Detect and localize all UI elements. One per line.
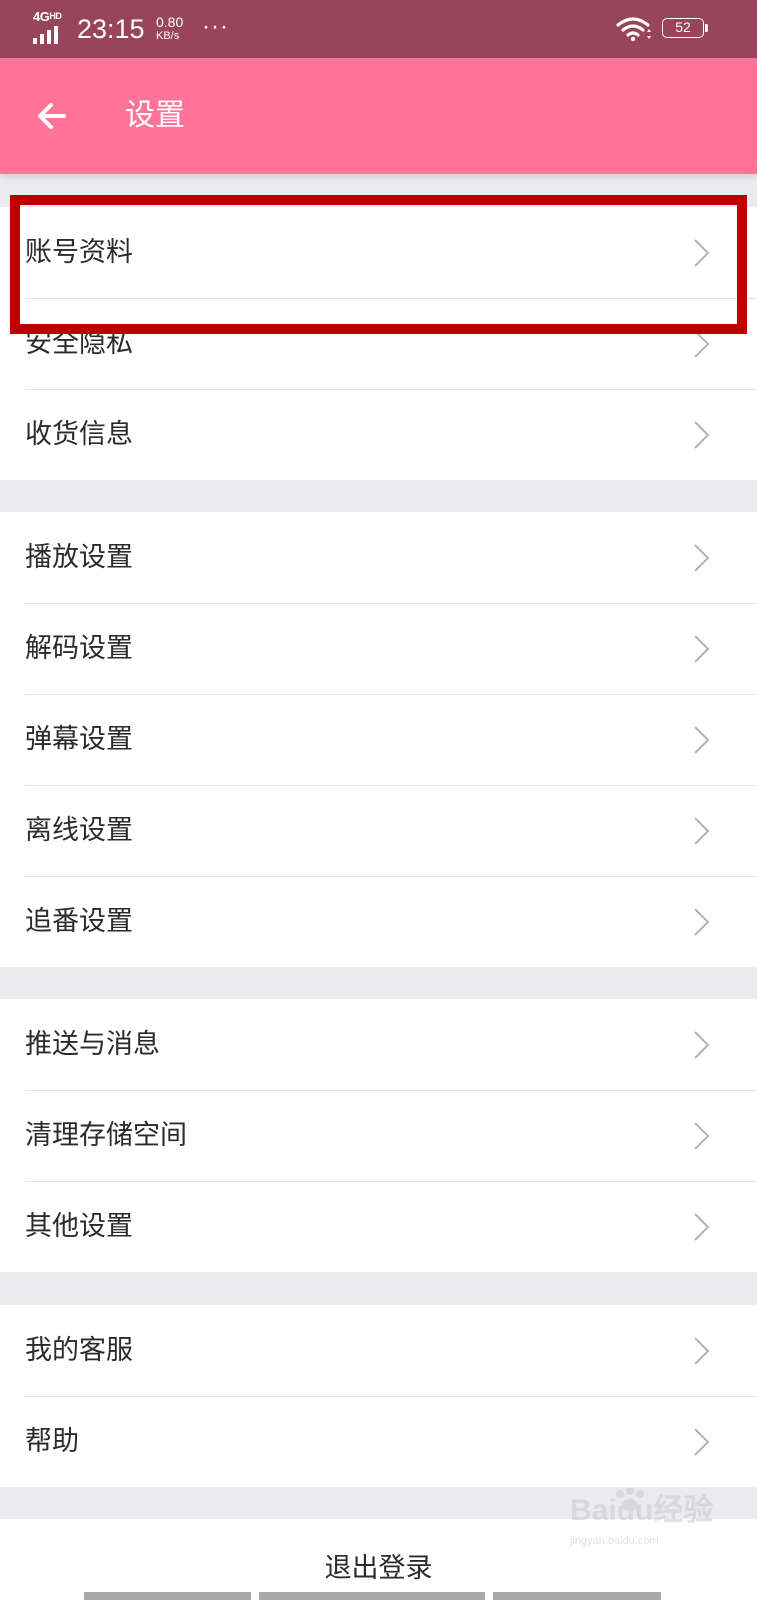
arrow-left-icon xyxy=(38,103,66,129)
watermark-text: Baidu经验 xyxy=(570,1494,714,1527)
nav-bar-segment xyxy=(493,1592,661,1600)
menu-group-playback: 播放设置 解码设置 弹幕设置 离线设置 追番设置 xyxy=(0,512,757,967)
menu-item-help[interactable]: 帮助 xyxy=(0,1396,757,1487)
network-speed-unit: KB/s xyxy=(156,30,180,42)
menu-item-offline-settings[interactable]: 离线设置 xyxy=(0,785,757,876)
menu-item-label: 离线设置 xyxy=(25,815,133,846)
battery-icon: 52 xyxy=(662,18,708,40)
menu-item-label: 弹幕设置 xyxy=(25,724,133,755)
menu-item-other-settings[interactable]: 其他设置 xyxy=(0,1181,757,1272)
system-navigation-bar xyxy=(0,1592,757,1600)
menu-item-shipping-info[interactable]: 收货信息 xyxy=(0,389,757,480)
chevron-right-icon xyxy=(694,421,710,449)
menu-item-decode-settings[interactable]: 解码设置 xyxy=(0,603,757,694)
network-type-label: 4GHD xyxy=(33,9,62,24)
more-notifications-icon: ··· xyxy=(202,13,229,40)
app-header: 设置 xyxy=(0,58,757,174)
baidu-watermark: Baidu经验 jingyan.baidu.com xyxy=(570,1488,720,1558)
chevron-right-icon xyxy=(694,635,710,663)
menu-item-security-privacy[interactable]: 安全隐私 xyxy=(0,298,757,389)
menu-item-label: 收货信息 xyxy=(25,419,133,450)
back-button[interactable] xyxy=(30,94,74,138)
watermark-url: jingyan.baidu.com xyxy=(570,1535,659,1547)
menu-item-label: 其他设置 xyxy=(25,1211,133,1242)
menu-item-follow-anime-settings[interactable]: 追番设置 xyxy=(0,876,757,967)
menu-item-clear-storage[interactable]: 清理存储空间 xyxy=(0,1090,757,1181)
menu-item-label: 帮助 xyxy=(25,1426,79,1457)
battery-level: 52 xyxy=(662,18,704,38)
menu-item-account-profile[interactable]: 账号资料 xyxy=(0,207,757,298)
status-bar: 4GHD 23:15 0.80 KB/s ··· 52 xyxy=(0,0,757,58)
signal-bars-icon xyxy=(33,26,58,44)
menu-item-push-messages[interactable]: 推送与消息 xyxy=(0,999,757,1090)
cellular-signal: 4GHD xyxy=(33,10,67,44)
chevron-right-icon xyxy=(694,1213,710,1241)
menu-item-danmaku-settings[interactable]: 弹幕设置 xyxy=(0,694,757,785)
battery-tip xyxy=(705,24,708,32)
chevron-right-icon xyxy=(694,817,710,845)
menu-item-label: 解码设置 xyxy=(25,633,133,664)
network-speed: 0.80 KB/s xyxy=(156,14,184,43)
chevron-right-icon xyxy=(694,330,710,358)
chevron-right-icon xyxy=(694,1122,710,1150)
chevron-right-icon xyxy=(694,726,710,754)
menu-item-label: 播放设置 xyxy=(25,542,133,573)
menu-item-label: 清理存储空间 xyxy=(25,1120,187,1151)
chevron-right-icon xyxy=(694,239,710,267)
wifi-icon xyxy=(616,17,651,42)
chevron-right-icon xyxy=(694,908,710,936)
nav-bar-segment xyxy=(84,1592,251,1600)
menu-item-label: 账号资料 xyxy=(25,237,133,268)
menu-item-playback-settings[interactable]: 播放设置 xyxy=(0,512,757,603)
page-title: 设置 xyxy=(125,98,185,133)
menu-item-label: 追番设置 xyxy=(25,906,133,937)
chevron-right-icon xyxy=(694,1031,710,1059)
menu-group-system: 推送与消息 清理存储空间 其他设置 xyxy=(0,999,757,1272)
menu-item-label: 安全隐私 xyxy=(25,328,133,359)
clock: 23:15 xyxy=(77,14,145,44)
menu-item-label: 我的客服 xyxy=(25,1335,133,1366)
menu-group-account: 账号资料 安全隐私 收货信息 xyxy=(0,207,757,480)
chevron-right-icon xyxy=(694,544,710,572)
chevron-right-icon xyxy=(694,1428,710,1456)
nav-bar-segment xyxy=(259,1592,485,1600)
menu-group-support: 我的客服 帮助 xyxy=(0,1305,757,1487)
menu-item-label: 推送与消息 xyxy=(25,1029,160,1060)
network-speed-value: 0.80 xyxy=(156,14,184,30)
chevron-right-icon xyxy=(694,1337,710,1365)
menu-item-customer-service[interactable]: 我的客服 xyxy=(0,1305,757,1396)
